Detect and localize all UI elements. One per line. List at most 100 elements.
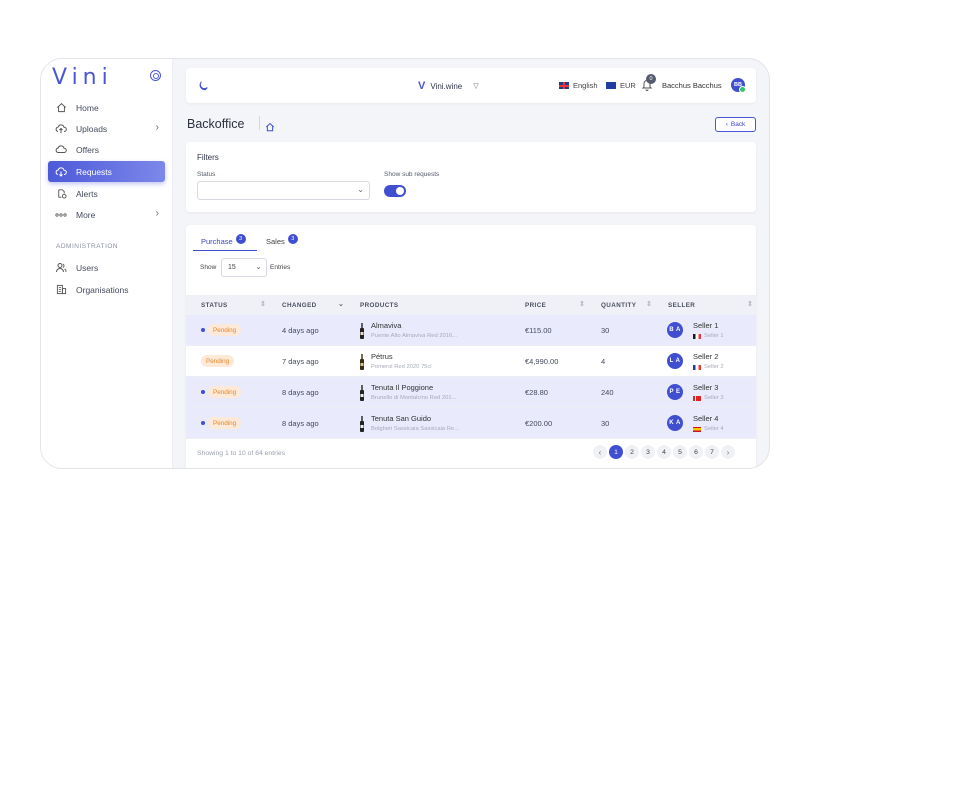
chevron-down-icon: ⌄ xyxy=(357,185,364,194)
sub-requests-toggle[interactable] xyxy=(384,185,406,197)
tab-count-badge: 3 xyxy=(235,234,246,244)
sort-icon[interactable]: ⇕ xyxy=(579,300,585,308)
uk-flag-icon xyxy=(559,82,569,89)
user-name[interactable]: Bacchus Bacchus xyxy=(662,81,722,90)
app-window: Vini Home Uploads › Offers Requests Aler… xyxy=(40,58,770,469)
building-icon xyxy=(55,284,67,296)
eu-flag-icon xyxy=(606,82,616,89)
sort-icon[interactable]: ⇕ xyxy=(260,300,266,308)
seller-sub: Seller 3 xyxy=(693,395,724,401)
column-header-changed[interactable]: CHANGED xyxy=(282,302,317,309)
page-size-select[interactable]: 15 ⌄ xyxy=(221,258,267,277)
sidebar-item-requests[interactable]: Requests xyxy=(48,161,165,182)
tab-label: Sales xyxy=(266,237,285,246)
table-row[interactable]: Pending 7 days ago Pétrus Pomerol Red 20… xyxy=(186,346,756,377)
seller-name[interactable]: Seller 1 xyxy=(693,321,718,330)
chevron-right-icon: › xyxy=(155,122,159,133)
currency-selector[interactable]: EUR xyxy=(606,81,636,90)
product-name[interactable]: Tenuta Il Poggione xyxy=(371,383,433,392)
page-button-3[interactable]: 3 xyxy=(641,445,655,459)
column-header-quantity[interactable]: QUANTITY xyxy=(601,302,636,309)
workspace-switcher[interactable]: V Vini.wine ▽ xyxy=(418,80,479,92)
seller-avatar: L A xyxy=(667,353,683,369)
app-logo[interactable]: Vini xyxy=(52,65,113,90)
page-button-6[interactable]: 6 xyxy=(689,445,703,459)
requests-icon xyxy=(55,166,67,178)
table-row[interactable]: Pending 8 days ago Tenuta San Guido Bolg… xyxy=(186,408,756,439)
currency-label: EUR xyxy=(620,81,636,90)
column-header-seller[interactable]: SELLER xyxy=(668,302,695,309)
sidebar-item-offers[interactable]: Offers xyxy=(48,139,165,160)
cloud-icon xyxy=(55,144,67,156)
sort-icon[interactable]: ⇕ xyxy=(646,300,652,308)
vini-logo-icon: V xyxy=(418,80,426,92)
tab-purchase[interactable]: Purchase 3 xyxy=(193,234,257,251)
seller-name[interactable]: Seller 4 xyxy=(693,414,718,423)
page-button-1[interactable]: 1 xyxy=(609,445,623,459)
users-icon xyxy=(55,262,67,274)
chevron-left-icon: ‹ xyxy=(725,121,728,128)
sidebar-item-home[interactable]: Home xyxy=(48,97,165,118)
page-button-4[interactable]: 4 xyxy=(657,445,671,459)
chevron-right-icon: › xyxy=(155,208,159,219)
sidebar-item-label: Organisations xyxy=(76,284,129,295)
seller-avatar: K A xyxy=(667,415,683,431)
product-description: Pomerol Red 2020 75cl xyxy=(371,364,432,370)
dark-mode-toggle-icon[interactable] xyxy=(197,79,209,91)
page-button-2[interactable]: 2 xyxy=(625,445,639,459)
sidebar-item-users[interactable]: Users xyxy=(48,257,165,278)
status-badge: Pending xyxy=(208,417,242,429)
sidebar-item-organisations[interactable]: Organisations xyxy=(48,279,165,300)
entries-label: Entries xyxy=(270,264,291,271)
page-button-7[interactable]: 7 xyxy=(705,445,719,459)
price-cell: €4,990.00 xyxy=(525,357,559,366)
changed-cell: 8 days ago xyxy=(282,419,319,428)
product-description: Brunello di Montalcino Red 201... xyxy=(371,395,457,401)
show-label: Show xyxy=(200,264,217,271)
top-bar: V Vini.wine ▽ English EUR 0 Bacchus Bacc… xyxy=(186,68,756,103)
table-row[interactable]: Pending 8 days ago Tenuta Il Poggione Br… xyxy=(186,377,756,408)
product-name[interactable]: Almaviva xyxy=(371,321,401,330)
sidebar-item-alerts[interactable]: Alerts xyxy=(48,183,165,204)
language-selector[interactable]: English xyxy=(559,81,598,90)
sidebar-item-label: Alerts xyxy=(76,188,98,199)
next-page-button[interactable]: › xyxy=(721,445,735,459)
more-icon xyxy=(55,209,67,221)
status-badge: Pending xyxy=(201,355,235,367)
settings-icon[interactable] xyxy=(150,70,161,81)
page-button-5[interactable]: 5 xyxy=(673,445,687,459)
page-title: Backoffice xyxy=(187,117,245,131)
unread-dot xyxy=(201,390,205,394)
cloud-upload-icon xyxy=(55,123,67,135)
prev-page-button[interactable]: ‹ xyxy=(593,445,607,459)
wine-bottle-icon xyxy=(360,323,364,339)
avatar[interactable]: BB xyxy=(731,78,746,93)
sidebar-item-label: Uploads xyxy=(76,123,108,134)
column-header-price[interactable]: PRICE xyxy=(525,302,546,309)
product-name[interactable]: Tenuta San Guido xyxy=(371,414,431,423)
pagination-info: Showing 1 to 10 of 64 entries xyxy=(197,450,286,457)
sidebar-item-more[interactable]: More › xyxy=(48,204,165,225)
status-select[interactable]: ⌄ xyxy=(197,181,370,200)
column-header-status[interactable]: STATUS xyxy=(201,302,228,309)
sort-icon[interactable]: ⇕ xyxy=(747,300,753,308)
seller-name[interactable]: Seller 3 xyxy=(693,383,718,392)
changed-cell: 8 days ago xyxy=(282,388,319,397)
sort-desc-icon[interactable]: ⌄ xyxy=(338,300,344,308)
quantity-cell: 240 xyxy=(601,388,614,397)
column-header-products[interactable]: PRODUCTS xyxy=(360,302,399,309)
seller-name[interactable]: Seller 2 xyxy=(693,352,718,361)
seller-avatar: B A xyxy=(667,322,683,338)
seller-sub-label: Seller 2 xyxy=(704,364,724,370)
seller-sub-label: Seller 1 xyxy=(704,333,724,339)
tab-count-badge: 3 xyxy=(287,234,298,244)
table-row[interactable]: Pending 4 days ago Almaviva Puente Alto … xyxy=(186,315,756,346)
sidebar-item-uploads[interactable]: Uploads › xyxy=(48,118,165,139)
product-name[interactable]: Pétrus xyxy=(371,352,393,361)
sidebar-item-label: Users xyxy=(76,262,99,273)
tab-sales[interactable]: Sales 3 xyxy=(266,234,298,251)
back-button[interactable]: ‹ Back xyxy=(715,117,756,132)
seller-sub: Seller 1 xyxy=(693,333,724,339)
seller-sub-label: Seller 4 xyxy=(704,426,724,432)
home-icon[interactable] xyxy=(265,119,275,132)
